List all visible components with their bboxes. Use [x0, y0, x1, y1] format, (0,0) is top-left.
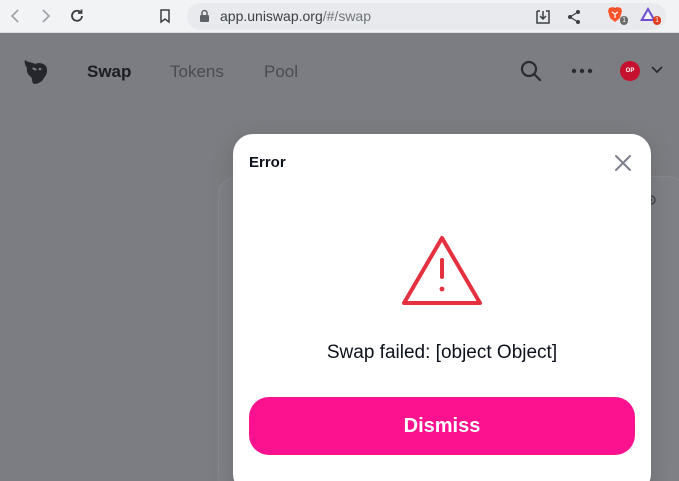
brave-rewards-button[interactable]: 1: [639, 5, 661, 25]
url-text: app.uniswap.org/#/swap: [220, 8, 371, 24]
warning-triangle-icon: [402, 236, 482, 305]
more-options-icon[interactable]: [571, 67, 593, 75]
lock-icon: [200, 9, 209, 22]
dismiss-button[interactable]: Dismiss: [249, 397, 635, 455]
rewards-count-badge: 1: [653, 16, 661, 25]
close-icon: [615, 155, 631, 171]
chevron-down-icon[interactable]: [650, 65, 664, 75]
url-path: /#/swap: [322, 8, 371, 24]
close-button[interactable]: [613, 153, 633, 173]
forward-arrow-icon: [42, 9, 51, 23]
nav-swap[interactable]: Swap: [87, 62, 131, 82]
error-message: Swap failed: [object Object]: [326, 342, 558, 363]
browser-toolbar: app.uniswap.org/#/swap 1 1: [0, 0, 679, 33]
bookmark-button[interactable]: [155, 6, 175, 26]
back-button[interactable]: [5, 6, 25, 26]
nav-pool[interactable]: Pool: [264, 62, 298, 82]
app-header: Swap Tokens Pool OP: [0, 34, 679, 106]
brave-shields-button[interactable]: 1: [606, 5, 628, 25]
modal-title: Error: [249, 154, 286, 171]
search-icon[interactable]: [519, 59, 543, 83]
forward-button[interactable]: [36, 6, 56, 26]
url-host: app.uniswap.org: [220, 8, 323, 24]
back-arrow-icon: [10, 9, 19, 23]
shields-count-badge: 1: [620, 16, 628, 25]
error-modal: Error Swap failed: [object Object] Dismi…: [233, 134, 651, 481]
address-bar[interactable]: app.uniswap.org/#/swap: [187, 3, 666, 30]
nav-tokens[interactable]: Tokens: [170, 62, 224, 82]
share-icon[interactable]: [565, 8, 583, 26]
uniswap-unicorn-logo-icon[interactable]: [20, 56, 52, 88]
network-selector-badge[interactable]: OP: [620, 61, 640, 81]
install-app-icon[interactable]: [534, 8, 552, 26]
reload-icon: [71, 9, 83, 22]
reload-button[interactable]: [67, 6, 87, 26]
bookmark-icon: [160, 8, 170, 23]
